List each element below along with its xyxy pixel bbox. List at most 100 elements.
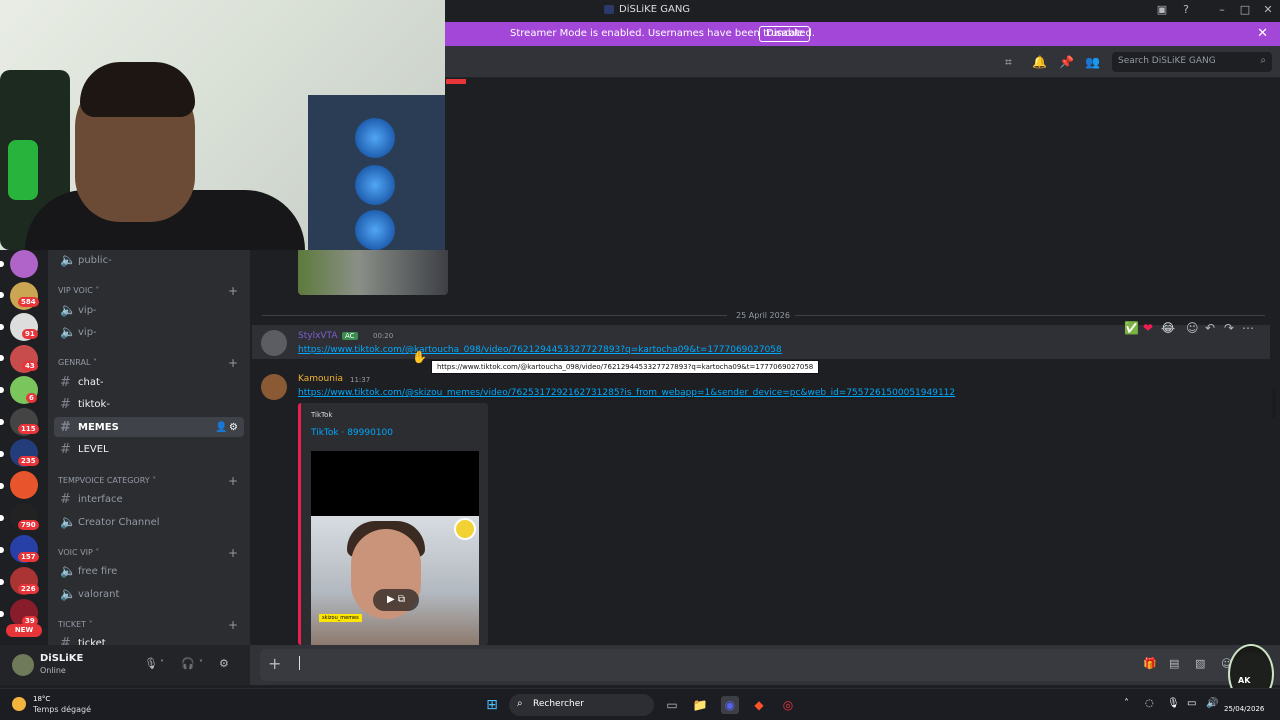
video-preview[interactable]: ▶ ⧉ skizou_memes [311, 451, 479, 645]
brave-icon[interactable]: ◆ [750, 696, 768, 714]
threads-icon[interactable]: ⌗ [1005, 55, 1012, 70]
reply-icon[interactable]: ↶ [1205, 321, 1215, 335]
moon-icon[interactable] [12, 697, 26, 711]
add-channel-icon[interactable]: + [228, 284, 238, 298]
message-link[interactable]: https://www.tiktok.com/@kartoucha_098/vi… [298, 345, 782, 355]
headphones-icon[interactable]: 🎧 [181, 657, 195, 670]
message-timestamp: 11:37 [350, 376, 371, 384]
discord-icon[interactable]: ◉ [721, 696, 739, 714]
inbox-icon[interactable]: ▣ [1154, 3, 1170, 16]
fan-light [355, 118, 395, 158]
window-title: DiSLiKE GANG [604, 4, 690, 15]
chevron-up-icon[interactable]: ˄ [1124, 698, 1129, 709]
close-banner-icon[interactable]: ✕ [1257, 26, 1268, 41]
channel-interface[interactable]: # interface [54, 489, 244, 509]
forward-icon[interactable]: ↷ [1224, 321, 1234, 335]
heart-reaction-icon[interactable]: ❤ [1143, 321, 1153, 335]
category-genral[interactable]: GENRAL ˅ + [58, 356, 238, 370]
taskbar-search[interactable]: ⌕ Rechercher [509, 694, 654, 716]
gif-icon[interactable]: ▤ [1169, 657, 1179, 670]
settings-gear-icon[interactable]: ⚙ [219, 657, 229, 670]
channel-valorant[interactable]: 🔈 valorant [54, 584, 244, 604]
add-channel-icon[interactable]: + [228, 356, 238, 370]
image-attachment[interactable] [298, 250, 448, 295]
speaker-icon: 🔈 [60, 252, 77, 268]
message-author[interactable]: Kamounia [298, 374, 343, 384]
hash-icon: # [60, 491, 71, 507]
microphone-icon[interactable]: 🎙 [1167, 698, 1180, 709]
disable-streamer-button[interactable]: Disable [759, 26, 811, 42]
avatar[interactable] [12, 654, 34, 676]
chevron-down-icon[interactable]: ˅ [160, 659, 164, 668]
minimize-button[interactable]: – [1214, 3, 1230, 16]
speaker-icon: 🔈 [60, 563, 77, 579]
gear-icon[interactable]: ⚙ [229, 422, 238, 433]
new-badge: NEW [6, 624, 42, 637]
mention-badge: 584 [18, 297, 39, 307]
check-reaction-icon[interactable]: ✅ [1124, 321, 1139, 335]
mention-badge: 91 [22, 329, 38, 339]
laugh-reaction-icon[interactable]: 😂 [1161, 321, 1175, 335]
message-link[interactable]: https://www.tiktok.com/@skizou_memes/vid… [298, 388, 955, 398]
link-tooltip: https://www.tiktok.com/@kartoucha_098/vi… [431, 360, 820, 374]
username: DiSLiKE [40, 653, 84, 664]
help-icon[interactable]: ? [1178, 3, 1194, 16]
date-separator: 25 April 2026 [736, 311, 790, 320]
scrollbar[interactable] [1272, 388, 1276, 418]
more-icon[interactable]: ⋯ [1242, 321, 1254, 335]
gift-icon[interactable]: 🎁 [1143, 657, 1157, 670]
file-explorer-icon[interactable]: 📁 [691, 696, 709, 714]
play-icon[interactable]: ▶ ⧉ [373, 589, 419, 611]
channel-public[interactable]: 🔈 public- [54, 250, 244, 270]
channel-tiktok[interactable]: # tiktok- [54, 394, 244, 414]
channel-creator[interactable]: 🔈 Creator Channel [54, 512, 244, 532]
embed-provider: TikTok [311, 411, 333, 419]
windows-start-icon[interactable]: ⊞ [483, 696, 501, 714]
category-ticket[interactable]: ticket ˅ + [58, 618, 238, 632]
add-channel-icon[interactable]: + [228, 618, 238, 632]
bell-icon[interactable]: 🔔 [1032, 55, 1047, 69]
close-window-button[interactable]: ✕ [1260, 3, 1276, 16]
pin-icon[interactable]: 📌 [1059, 55, 1074, 69]
embed-title[interactable]: TikTok · 89990100 [311, 428, 393, 438]
channel-level[interactable]: # LEVEL [54, 439, 244, 459]
members-icon[interactable]: 👥 [1085, 55, 1100, 69]
server-icon[interactable] [10, 250, 38, 278]
add-member-icon[interactable]: 👤 [215, 422, 227, 433]
avatar[interactable] [261, 374, 287, 400]
speaker-icon: 🔈 [60, 586, 77, 602]
channel-ticket[interactable]: # ticket [54, 633, 244, 646]
hash-icon: # [60, 374, 71, 390]
unread-indicator [0, 611, 4, 617]
chevron-down-icon[interactable]: ˅ [199, 659, 203, 668]
channel-free-fire[interactable]: 🔈 free fire [54, 561, 244, 581]
maximize-button[interactable]: □ [1237, 3, 1253, 16]
add-reaction-icon[interactable]: ☺ [1186, 321, 1199, 335]
unread-indicator [0, 324, 4, 330]
app-icon[interactable]: ◎ [779, 696, 797, 714]
message-input[interactable] [260, 649, 1270, 681]
plus-icon[interactable]: + [268, 654, 281, 673]
add-channel-icon[interactable]: + [228, 474, 238, 488]
volume-icon[interactable]: 🔊 [1206, 698, 1218, 709]
sticker-icon[interactable]: ▧ [1195, 657, 1205, 670]
microphone-icon[interactable]: 🎙 [144, 657, 158, 670]
search-input[interactable]: Search DiSLiKE GANG ⌕ [1112, 52, 1272, 72]
channel-vip-2[interactable]: 🔈 vip- [54, 322, 244, 342]
channel-chat[interactable]: # chat- [54, 372, 244, 392]
category-voic-vip[interactable]: voic vip ˅ + [58, 546, 238, 560]
task-view-icon[interactable]: ▭ [663, 696, 681, 714]
avatar[interactable] [261, 330, 287, 356]
add-channel-icon[interactable]: + [228, 546, 238, 560]
server-icon[interactable] [10, 471, 38, 499]
message-author[interactable]: StylxVTA [298, 331, 338, 341]
network-icon[interactable]: ▭ [1187, 698, 1196, 709]
channel-list: 🔈 public- VIP VOIC ˅ + 🔈 vip- 🔈 vip- GENRAL … [48, 250, 250, 645]
channel-vip-1[interactable]: 🔈 vip- [54, 300, 244, 320]
tray-app-icon[interactable]: ◌ [1145, 698, 1154, 709]
speaker-icon: 🔈 [60, 302, 77, 318]
hash-icon: # [60, 419, 71, 435]
category-tempvoice[interactable]: TEMPVOICE CATEGORY ˅ + [58, 474, 238, 488]
category-vip-voic[interactable]: VIP VOIC ˅ + [58, 284, 238, 298]
channel-memes[interactable]: # MEMES 👤 ⚙ [54, 417, 244, 437]
